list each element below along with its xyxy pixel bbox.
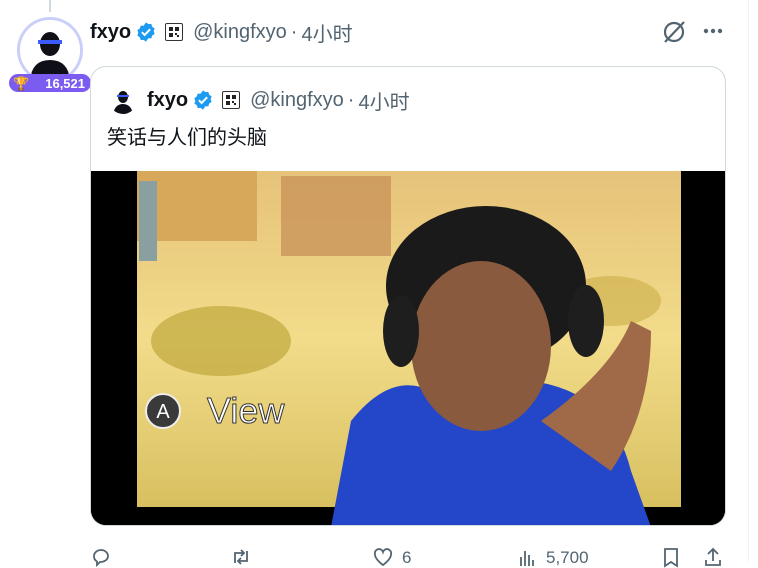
video-player[interactable]: A View	[91, 171, 725, 525]
more-icon[interactable]	[700, 18, 726, 44]
reply-icon	[93, 549, 109, 568]
video-overlay-button: A	[156, 401, 170, 423]
post-actions: 6 5,700	[90, 540, 750, 568]
like-button[interactable]: 6	[372, 540, 411, 568]
timeline-border	[748, 0, 749, 562]
video-frame	[137, 171, 681, 525]
share-icon	[705, 547, 721, 566]
post-time[interactable]: 4小时	[301, 18, 352, 47]
quoted-author-handle: @kingfxyo	[250, 88, 344, 111]
grok-icon[interactable]	[660, 18, 688, 46]
thread-connector-line	[49, 0, 51, 12]
badge-count: 16,521	[45, 75, 85, 91]
bookmark-button[interactable]	[660, 540, 682, 568]
verified-badge-icon	[192, 89, 214, 111]
repost-icon	[234, 549, 248, 565]
separator: ·	[347, 88, 355, 111]
verified-badge-icon[interactable]	[135, 21, 157, 43]
views-icon	[520, 551, 534, 566]
author-name[interactable]: fxyo	[90, 21, 131, 44]
quoted-author-avatar	[109, 86, 137, 114]
repost-button[interactable]	[230, 540, 260, 568]
video-overlay-label: View	[207, 390, 285, 431]
like-count: 6	[402, 548, 412, 567]
quoted-post-time: 4小时	[358, 91, 410, 114]
quoted-post-card[interactable]: fxyo @kingfxyo · 4小时 笑话与人们的头脑 A View	[90, 66, 726, 526]
views-count: 5,700	[546, 548, 589, 567]
separator: ·	[290, 20, 298, 43]
quoted-post-header: fxyo @kingfxyo · 4小时	[109, 85, 410, 115]
affiliate-flag-icon[interactable]	[165, 23, 184, 41]
like-icon	[373, 548, 393, 567]
quoted-post-text: 笑话与人们的头脑	[107, 125, 267, 149]
trophy-badge: 🏆 16,521	[9, 74, 91, 92]
bookmark-icon	[664, 548, 678, 568]
affiliate-flag-icon	[222, 91, 241, 109]
avatar-image	[20, 20, 80, 80]
trophy-icon: 🏆	[13, 75, 30, 91]
quoted-author-name: fxyo	[147, 88, 189, 111]
post-header: fxyo @kingfxyo · 4小时	[90, 18, 353, 47]
share-button[interactable]	[702, 540, 724, 568]
views-button[interactable]: 5,700	[516, 540, 589, 568]
reply-button[interactable]	[90, 540, 120, 568]
author-handle[interactable]: @kingfxyo	[193, 21, 287, 44]
